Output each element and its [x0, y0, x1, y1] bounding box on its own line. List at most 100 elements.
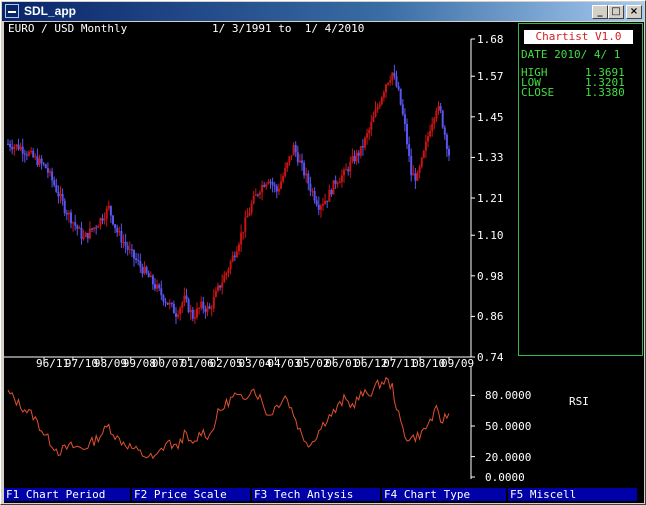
f3-tech-analysis-button[interactable]: F3 Tech Anlysis	[252, 488, 380, 501]
candle-body	[290, 155, 293, 157]
candle-body	[65, 212, 68, 215]
app-version-label: Chartist V1.0	[524, 30, 633, 44]
rsi-tick-label: 80.0000	[485, 389, 532, 403]
candle-body	[67, 212, 70, 215]
candle-body	[332, 180, 335, 195]
candle-body	[250, 203, 253, 213]
candle-body	[34, 156, 37, 158]
candle-body	[112, 215, 114, 225]
candle-body	[221, 282, 224, 288]
candle-body	[198, 307, 201, 309]
rsi-tick-label: 50.0000	[485, 420, 532, 433]
candle-body	[23, 153, 26, 155]
candle-body	[149, 275, 152, 278]
candle-body	[261, 184, 264, 193]
candle-body	[120, 231, 123, 243]
candle-body	[246, 215, 249, 218]
chart-client-area: EURO / USD Monthly 1/ 3/1991 to 1/ 4/201…	[4, 22, 644, 503]
candle-body	[361, 146, 364, 148]
rsi-tick-label: 0.0000	[485, 471, 525, 484]
candle-body	[254, 194, 257, 196]
candle-body	[95, 227, 98, 229]
candle-body	[189, 309, 192, 313]
candle-body	[166, 302, 169, 305]
candle-body	[38, 158, 41, 166]
candle-body	[351, 156, 354, 162]
candle-body	[311, 191, 314, 193]
candle-body	[277, 188, 280, 192]
candle-body	[32, 150, 35, 157]
candle-body	[374, 109, 377, 117]
close-button[interactable]: ×	[626, 5, 642, 19]
date-readout: DATE 2010/ 4/ 1	[521, 48, 621, 61]
candle-body	[343, 169, 345, 176]
title-bar[interactable]: SDL_app _ □ ×	[2, 2, 644, 21]
candle-body	[187, 299, 190, 313]
candle-body	[214, 290, 217, 297]
candle-body	[91, 228, 93, 230]
candle-body	[298, 160, 301, 163]
candle-body	[82, 236, 85, 239]
rsi-line	[7, 376, 450, 460]
candle-body	[431, 123, 434, 132]
candle-body	[212, 296, 215, 309]
candle-body	[280, 181, 282, 189]
candle-body	[137, 260, 140, 262]
candle-body	[399, 88, 402, 105]
candle-body	[164, 301, 167, 303]
candle-body	[122, 241, 125, 243]
candle-body	[427, 136, 429, 142]
price-chart[interactable]	[4, 22, 518, 362]
candle-body	[191, 309, 194, 319]
candle-body	[322, 204, 324, 206]
candle-body	[25, 154, 28, 156]
f1-chart-period-button[interactable]: F1 Chart Period	[4, 488, 130, 501]
candle-body	[7, 143, 9, 145]
candle-body	[200, 301, 203, 308]
f4-chart-type-button[interactable]: F4 Chart Type	[382, 488, 506, 501]
candle-body	[105, 208, 108, 219]
candle-body	[238, 244, 240, 252]
candle-body	[338, 181, 341, 184]
candle-body	[80, 227, 83, 239]
candle-body	[147, 272, 150, 278]
candle-body	[364, 137, 366, 148]
maximize-button[interactable]: □	[608, 5, 624, 19]
candle-body	[315, 200, 318, 205]
candle-body	[53, 180, 56, 185]
candle-body	[57, 191, 60, 197]
candle-body	[154, 284, 156, 289]
rsi-chart[interactable]	[4, 367, 518, 487]
candle-body	[74, 222, 77, 226]
candle-body	[275, 186, 278, 192]
candle-body	[296, 152, 299, 163]
candle-body	[294, 144, 297, 153]
candle-body	[366, 133, 369, 138]
price-tick-label: 0.86	[477, 310, 504, 324]
candle-body	[410, 155, 413, 176]
candle-body	[429, 131, 432, 137]
candle-body	[181, 302, 184, 308]
candle-body	[28, 152, 30, 156]
candle-body	[231, 255, 234, 262]
candles-group	[7, 64, 450, 325]
candle-body	[114, 224, 117, 228]
candle-body	[301, 160, 303, 163]
candle-body	[51, 171, 54, 181]
candle-body	[9, 143, 12, 148]
candle-body	[382, 92, 385, 98]
candle-body	[101, 218, 104, 221]
candle-body	[240, 232, 243, 245]
candle-body	[424, 141, 427, 151]
minimize-button[interactable]: _	[592, 5, 608, 19]
candle-body	[347, 169, 350, 172]
candle-body	[359, 146, 362, 156]
f2-price-scale-button[interactable]: F2 Price Scale	[132, 488, 250, 501]
rsi-label: RSI	[569, 395, 589, 408]
candle-body	[219, 285, 222, 288]
f5-miscell-button[interactable]: F5 Miscell	[508, 488, 637, 501]
app-window: SDL_app _ □ × EURO / USD Monthly 1/ 3/19…	[0, 0, 646, 505]
candle-body	[391, 72, 394, 81]
candle-body	[11, 147, 14, 150]
candle-body	[233, 255, 236, 258]
